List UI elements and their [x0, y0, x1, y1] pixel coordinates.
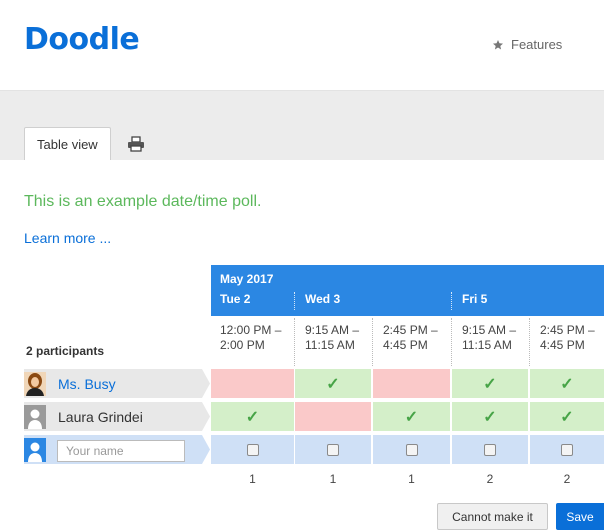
- time-slot: 12:00 PM –2:00 PM: [220, 323, 282, 352]
- participant-name: Laura Grindei: [58, 409, 143, 425]
- checkmark-icon: ✓: [326, 375, 340, 393]
- day-tue: Tue 2: [220, 292, 251, 306]
- time-slot: 9:15 AM –11:15 AM: [462, 323, 517, 352]
- slot-divider: [372, 318, 373, 366]
- view-tabs: Table view: [24, 127, 145, 160]
- vote-cell-no: [295, 402, 371, 431]
- vote-cell-no: [373, 369, 450, 398]
- vote-checkbox-cell: [295, 435, 371, 464]
- star-icon: [493, 39, 503, 49]
- vote-cell-yes: ✓: [530, 369, 604, 398]
- vote-checkbox[interactable]: [405, 443, 418, 456]
- doodle-logo[interactable]: Doodle: [24, 22, 140, 57]
- time-slot: 9:15 AM –11:15 AM: [305, 323, 360, 352]
- vote-checkbox-cell: [452, 435, 528, 464]
- vote-cell-yes: ✓: [452, 402, 528, 431]
- vote-checkbox[interactable]: [484, 443, 496, 456]
- day-fri: Fri 5: [462, 292, 488, 306]
- checkmark-icon: ✓: [404, 408, 419, 426]
- vote-count: 1: [329, 472, 337, 486]
- checkmark-icon: ✓: [483, 408, 497, 426]
- vote-checkbox-cell: [211, 435, 294, 464]
- features-link[interactable]: Features: [492, 37, 562, 52]
- time-slot: 2:45 PM –4:45 PM: [383, 323, 438, 352]
- vote-count: 1: [249, 472, 256, 486]
- month-label: May 2017: [220, 272, 274, 286]
- avatar-default-icon: [24, 405, 46, 429]
- printer-icon[interactable]: [127, 136, 145, 152]
- day-wed: Wed 3: [305, 292, 341, 306]
- time-slot: 2:45 PM –4:45 PM: [540, 323, 595, 352]
- vote-cell-no: [211, 369, 294, 398]
- vote-count: 2: [563, 472, 571, 486]
- participant-row-laura: Laura Grindei: [24, 402, 210, 431]
- poll-title: This is an example date/time poll.: [24, 193, 262, 210]
- checkmark-icon: ✓: [245, 408, 260, 426]
- vote-cell-yes: ✓: [530, 402, 604, 431]
- save-button[interactable]: Save: [556, 503, 604, 530]
- your-name-input[interactable]: Your name: [57, 440, 185, 462]
- vote-cell-yes: ✓: [373, 402, 450, 431]
- vote-cell-yes: ✓: [211, 402, 294, 431]
- avatar-default-icon: [24, 438, 46, 462]
- features-label: Features: [511, 37, 563, 52]
- cannot-make-it-button[interactable]: Cannot make it: [437, 503, 548, 530]
- vote-count: 1: [408, 472, 415, 486]
- vote-checkbox-cell: [373, 435, 450, 464]
- day-divider: [294, 292, 295, 310]
- learn-more-link[interactable]: Learn more ...: [24, 230, 111, 246]
- avatar-woman-icon: [24, 372, 46, 396]
- day-divider: [451, 292, 452, 310]
- vote-checkbox[interactable]: [327, 443, 339, 456]
- participants-count: 2 participants: [26, 344, 105, 358]
- top-header: Doodle Features: [0, 0, 604, 91]
- slot-divider: [294, 318, 295, 366]
- participant-name[interactable]: Ms. Busy: [58, 376, 116, 392]
- checkmark-icon: ✓: [560, 408, 574, 426]
- slot-divider: [451, 318, 452, 366]
- name-arrow-bg: [24, 369, 210, 398]
- vote-cell-yes: ✓: [452, 369, 528, 398]
- checkmark-icon: ✓: [560, 375, 574, 393]
- vote-checkbox-cell: [530, 435, 604, 464]
- participant-row-ms-busy: Ms. Busy: [24, 369, 210, 398]
- vote-checkbox[interactable]: [246, 443, 259, 456]
- tab-table-view[interactable]: Table view: [24, 127, 111, 160]
- slot-divider: [529, 318, 530, 366]
- checkmark-icon: ✓: [483, 375, 497, 393]
- vote-count: 2: [486, 472, 494, 486]
- vote-cell-yes: ✓: [295, 369, 371, 398]
- vote-checkbox[interactable]: [561, 443, 573, 456]
